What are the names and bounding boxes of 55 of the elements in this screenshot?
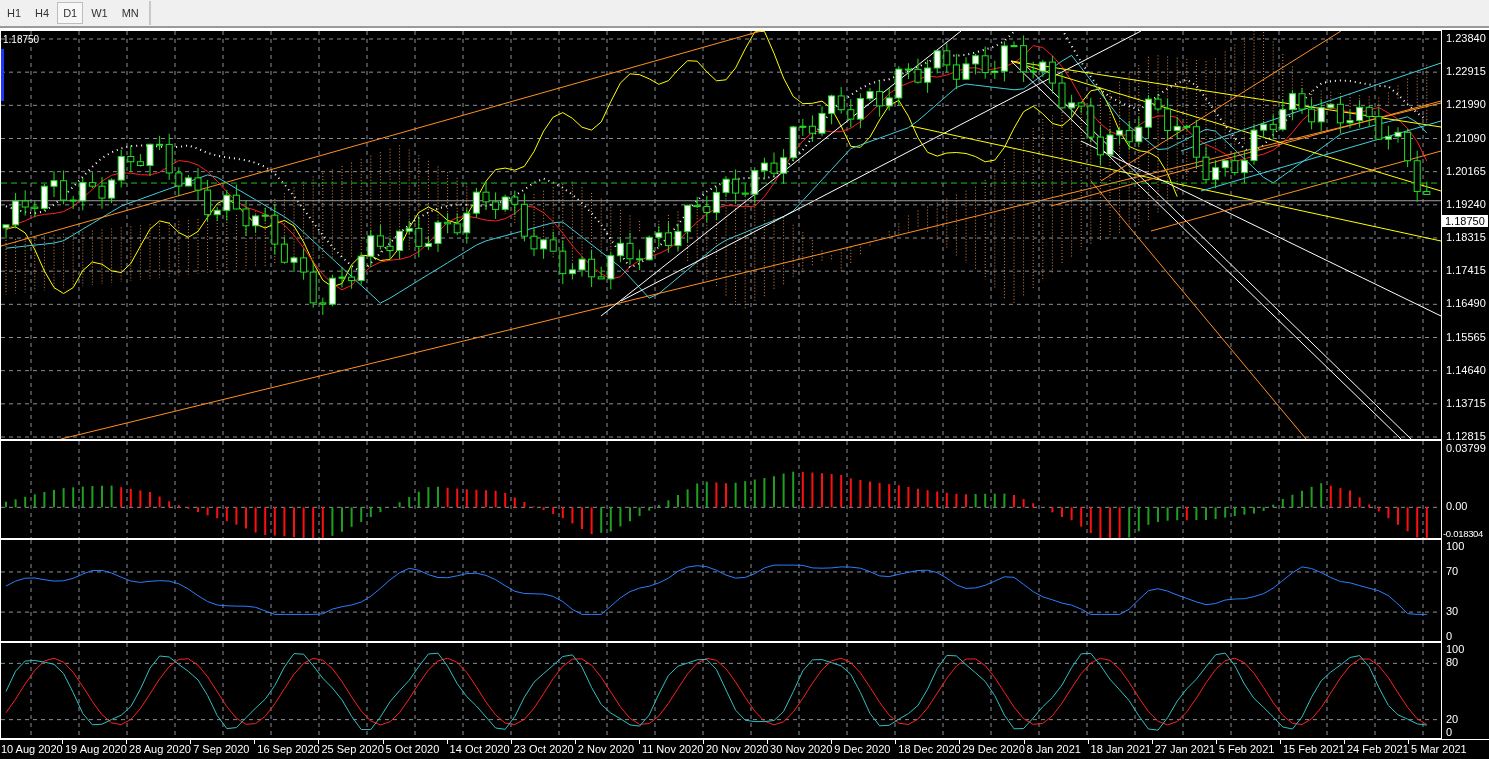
axis-label: 1.15565	[1446, 330, 1486, 343]
date-label: 29 Dec 2020	[962, 743, 1025, 755]
axis-label: 1.19240	[1446, 197, 1486, 210]
date-label: 7 Sep 2020	[193, 743, 250, 755]
date-label: 5 Mar 2021	[1411, 743, 1467, 755]
timeframe-tab[interactable]: H1	[1, 2, 28, 24]
axis-label: 1.17415	[1446, 264, 1486, 277]
date-label: 11 Nov 2020	[641, 743, 704, 755]
date-label: 25 Sep 2020	[321, 743, 384, 755]
axis-label: 1.16490	[1446, 297, 1486, 310]
date-label: 2 Nov 2020	[577, 743, 635, 755]
axis-label: 20	[1446, 712, 1459, 725]
date-label: 8 Jan 2021	[1026, 743, 1081, 755]
date-label: 23 Oct 2020	[513, 743, 574, 755]
date-label: 28 Aug 2020	[129, 743, 191, 755]
axis-label: 1.21990	[1446, 98, 1486, 111]
axis-label: 1.23840	[1446, 32, 1486, 44]
axis-label: 100	[1446, 642, 1465, 655]
axis-label: 80	[1446, 656, 1459, 669]
axis-label: -0.018304	[1443, 528, 1484, 541]
date-label: 27 Jan 2021	[1154, 743, 1216, 755]
date-label: 15 Feb 2021	[1282, 743, 1345, 755]
axis-label: 100	[1446, 540, 1465, 553]
axis-label: 1.18315	[1446, 231, 1486, 243]
date-label: 18 Dec 2020	[898, 743, 961, 755]
axis-label: 1.12815	[1446, 430, 1486, 442]
axis-label: 0.00	[1446, 500, 1468, 513]
axis-label: 1.20165	[1446, 164, 1486, 177]
timeframe-tab[interactable]: H4	[29, 2, 56, 24]
date-label: 16 Sep 2020	[257, 743, 320, 755]
date-label: 5 Feb 2021	[1218, 743, 1275, 755]
axis-label: 1.21090	[1446, 131, 1486, 144]
axis-label: 0.03799	[1446, 441, 1486, 454]
scroll-marker	[1, 49, 4, 101]
price-label: 1.18750	[3, 34, 40, 45]
date-label: 14 Oct 2020	[449, 743, 510, 755]
date-label: 9 Dec 2020	[834, 743, 891, 755]
date-label: 20 Nov 2020	[706, 743, 769, 755]
axis-label: 1.14640	[1446, 363, 1486, 376]
current-price-label: 1.18750	[1442, 215, 1488, 227]
timeframe-tab[interactable]: MN	[115, 2, 145, 24]
date-label: 19 Aug 2020	[65, 743, 127, 755]
date-label: 10 Aug 2020	[0, 743, 63, 755]
date-label: 18 Jan 2021	[1090, 743, 1152, 755]
date-label: 24 Feb 2021	[1347, 743, 1409, 755]
timeframe-tab[interactable]: W1	[85, 2, 114, 24]
axis-label: 1.22915	[1446, 65, 1486, 78]
axis-label: 0	[1446, 726, 1453, 739]
date-label: 5 Oct 2020	[385, 743, 440, 755]
axis-label: 30	[1446, 605, 1459, 618]
axis-label: 70	[1446, 564, 1459, 577]
axis-label: 0	[1446, 629, 1453, 642]
date-label: 30 Nov 2020	[770, 743, 833, 755]
axis-label: 1.13715	[1446, 396, 1486, 409]
timeframe-tab[interactable]: D1	[57, 2, 84, 24]
